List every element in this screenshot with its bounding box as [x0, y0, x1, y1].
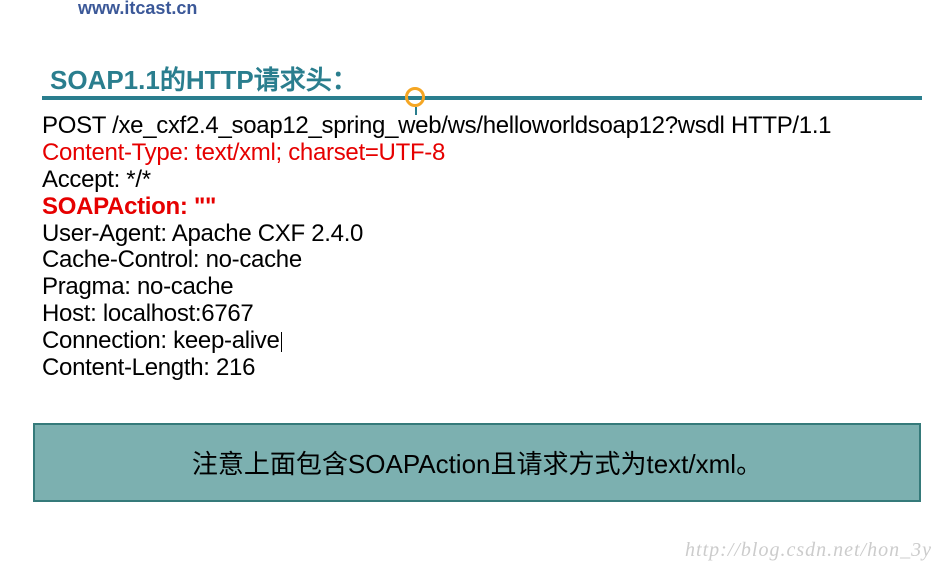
header-post-line: POST /xe_cxf2.4_soap12_spring_web/ws/hel…: [42, 113, 831, 140]
note-box: 注意上面包含SOAPAction且请求方式为text/xml。: [33, 423, 921, 502]
header-content-type: Content-Type: text/xml; charset=UTF-8: [42, 140, 831, 167]
watermark: http://blog.csdn.net/hon_3y: [685, 539, 932, 562]
header-host: Host: localhost:6767: [42, 301, 831, 328]
title-soap: SOAP1.1: [50, 65, 160, 95]
header-pragma: Pragma: no-cache: [42, 274, 831, 301]
header-content-length: Content-Length: 216: [42, 355, 831, 382]
note-text: 注意上面包含SOAPAction且请求方式为text/xml。: [192, 444, 762, 481]
header-user-agent: User-Agent: Apache CXF 2.4.0: [42, 221, 831, 248]
text-cursor-icon: [281, 332, 282, 352]
section-title: SOAP1.1的HTTP请求头：: [50, 60, 358, 97]
top-url: www.itcast.cn: [78, 0, 197, 19]
header-connection: Connection: keep-alive: [42, 328, 831, 355]
header-soapaction: SOAPAction: "": [42, 194, 831, 221]
line-marker-icon: [405, 87, 425, 107]
title-de: 的: [160, 65, 186, 95]
header-cache-control: Cache-Control: no-cache: [42, 247, 831, 274]
divider-line: [42, 96, 922, 100]
header-accept: Accept: */*: [42, 167, 831, 194]
title-http: HTTP: [186, 65, 254, 95]
title-suffix: 请求头：: [254, 65, 358, 95]
http-headers-block: POST /xe_cxf2.4_soap12_spring_web/ws/hel…: [42, 113, 831, 382]
